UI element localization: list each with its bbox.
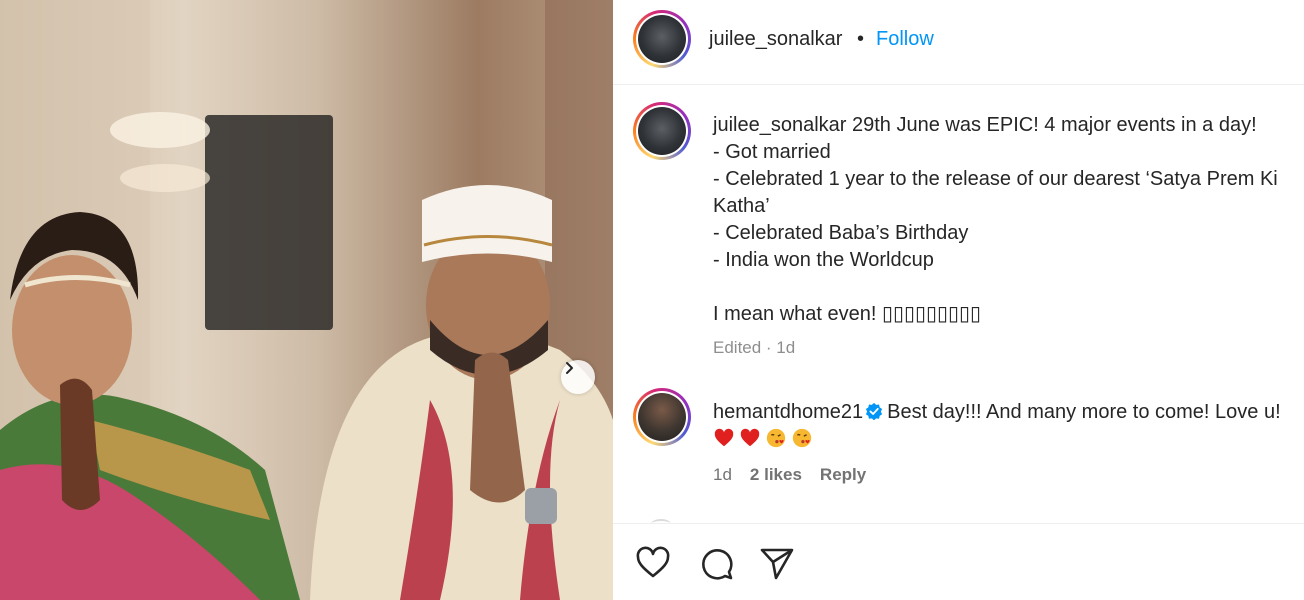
caption-line: - Celebrated 1 year to the release of ou…: [713, 168, 1278, 217]
verified-badge-icon: [866, 402, 883, 420]
separator-dot: •: [857, 28, 865, 50]
avatar-image: [638, 393, 686, 441]
post-photo[interactable]: [0, 0, 613, 600]
kissing-face-emoji-icon: [766, 428, 786, 448]
heart-emoji-icon: [740, 428, 760, 447]
commenter-avatar[interactable]: [633, 388, 691, 446]
chevron-right-icon: [566, 362, 573, 374]
send-icon[interactable]: [759, 545, 795, 581]
author-avatar[interactable]: [633, 10, 691, 68]
caption-text: juilee_sonalkar 29th June was EPIC! 4 ma…: [713, 112, 1298, 328]
kissing-face-emoji-icon: [792, 428, 812, 448]
caption-line: I mean what even! ▯▯▯▯▯▯▯▯▯: [713, 303, 982, 325]
comment-bubble-icon[interactable]: [698, 545, 734, 581]
comment-likes[interactable]: 2 likes: [750, 465, 802, 485]
wedding-couple-image: [0, 0, 613, 600]
comments-section[interactable]: juilee_sonalkar 29th June was EPIC! 4 ma…: [613, 86, 1304, 523]
follow-button[interactable]: Follow: [876, 28, 934, 51]
caption-username[interactable]: juilee_sonalkar: [713, 114, 846, 136]
heart-emoji-icon: [714, 428, 734, 447]
post-header: juilee_sonalkar • Follow: [613, 0, 1304, 85]
caption-line: - Got married: [713, 141, 831, 163]
heart-icon[interactable]: [635, 545, 671, 581]
caption-meta: Edited · 1d: [713, 338, 796, 357]
action-bar: [613, 523, 1304, 600]
post-side-panel: juilee_sonalkar • Follow juilee_sonalkar…: [613, 0, 1304, 600]
caption-line: - India won the Worldcup: [713, 249, 934, 271]
caption-line: 29th June was EPIC! 4 major events in a …: [851, 114, 1257, 136]
reply-button[interactable]: Reply: [820, 465, 866, 485]
comment-body: Best day!!! And many more to come! Love …: [887, 401, 1281, 423]
avatar-image: [638, 15, 686, 63]
author-username[interactable]: juilee_sonalkar: [709, 28, 842, 51]
commenter-username[interactable]: hemantdhome21: [713, 401, 863, 423]
comment-meta: 1d 2 likes Reply: [713, 465, 866, 485]
next-photo-button[interactable]: [561, 360, 595, 394]
avatar-image: [638, 107, 686, 155]
caption-line: - Celebrated Baba’s Birthday: [713, 222, 969, 244]
caption-avatar[interactable]: [633, 102, 691, 160]
comment-text: hemantdhome21 Best day!!! And many more t…: [713, 398, 1298, 454]
comment-time: 1d: [713, 465, 732, 484]
